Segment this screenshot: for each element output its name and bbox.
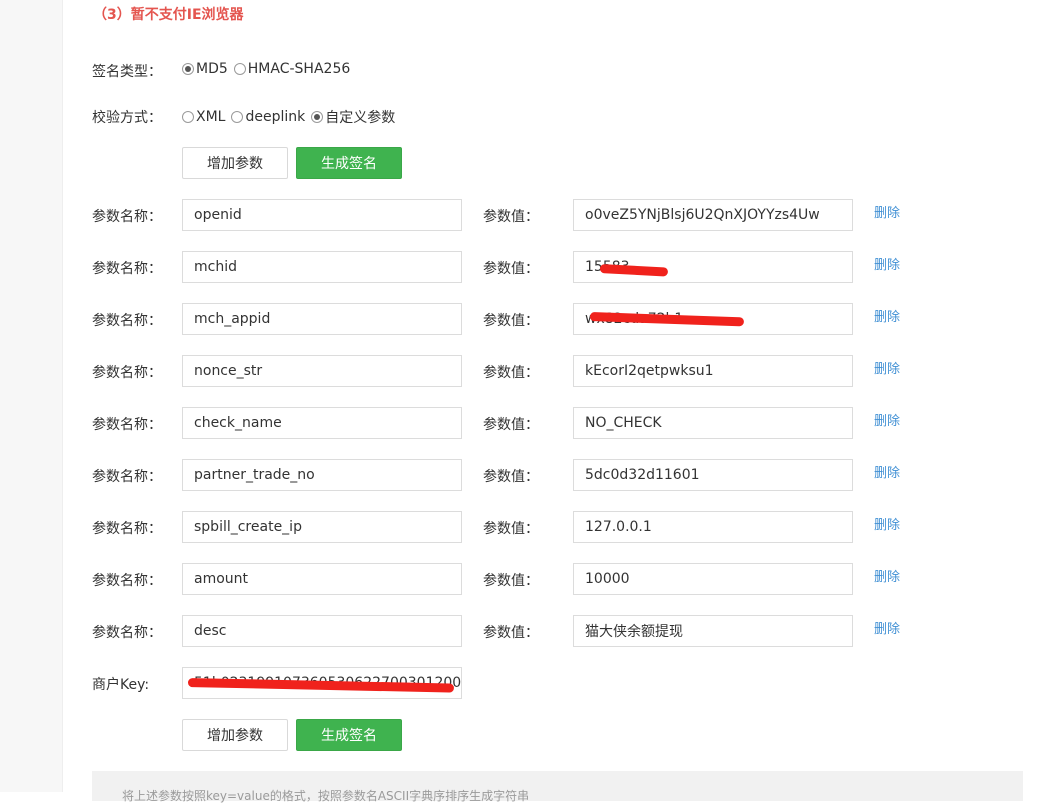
param-name-label: 参数名称： bbox=[92, 469, 162, 485]
param-value-label: 参数值： bbox=[483, 313, 539, 329]
sign-type-label: 签名类型： bbox=[92, 64, 162, 80]
radio-dot-icon[interactable] bbox=[182, 63, 194, 75]
delete-param-link[interactable]: 删除 bbox=[874, 566, 900, 585]
radio-dot-icon[interactable] bbox=[311, 111, 324, 123]
generate-sign-button-top[interactable]: 生成签名 bbox=[296, 147, 402, 179]
param-value-input[interactable]: 10000 bbox=[573, 563, 853, 595]
param-value-label: 参数值： bbox=[483, 417, 539, 433]
param-name-label: 参数名称： bbox=[92, 521, 162, 537]
param-value-label: 参数值： bbox=[483, 469, 539, 485]
param-value-label: 参数值： bbox=[483, 521, 539, 537]
sign-type-radio-group: MD5 HMAC-SHA256 bbox=[182, 61, 356, 77]
browser-notice: （3）暂不支付IE浏览器 bbox=[93, 7, 244, 23]
param-name-label: 参数名称： bbox=[92, 209, 162, 225]
info-panel: 将上述参数按照key=value的格式，按照参数名ASCII字典序排序生成字符串 bbox=[92, 771, 1023, 803]
param-value-input[interactable]: o0veZ5YNjBlsj6U2QnXJOYYzs4Uw bbox=[573, 199, 853, 231]
radio-dot-icon[interactable] bbox=[233, 63, 246, 75]
add-param-button-top[interactable]: 增加参数 bbox=[182, 147, 288, 179]
generate-sign-button-bottom[interactable]: 生成签名 bbox=[296, 719, 402, 751]
radio-dot-icon[interactable] bbox=[182, 111, 194, 123]
verify-method-label: 校验方式： bbox=[92, 110, 162, 126]
delete-param-link[interactable]: 删除 bbox=[874, 514, 900, 533]
delete-param-link[interactable]: 删除 bbox=[874, 618, 900, 637]
param-name-input[interactable]: amount bbox=[182, 563, 462, 595]
radio-label: deeplink bbox=[245, 109, 306, 125]
verify-method-deeplink-radio[interactable]: deeplink bbox=[231, 109, 305, 125]
delete-param-link[interactable]: 删除 bbox=[874, 410, 900, 429]
delete-param-link[interactable]: 删除 bbox=[874, 202, 900, 221]
param-name-input[interactable]: spbill_create_ip bbox=[182, 511, 462, 543]
sign-type-md5-radio[interactable]: MD5 bbox=[182, 61, 228, 77]
param-value-label: 参数值： bbox=[483, 573, 539, 589]
param-name-input[interactable]: mchid bbox=[182, 251, 462, 283]
param-value-label: 参数值： bbox=[483, 365, 539, 381]
param-value-input[interactable]: 5dc0d32d11601 bbox=[573, 459, 853, 491]
param-name-label: 参数名称： bbox=[92, 261, 162, 277]
radio-dot-icon[interactable] bbox=[231, 111, 244, 123]
param-value-input[interactable]: 猫大侠余额提现 bbox=[573, 615, 853, 647]
delete-param-link[interactable]: 删除 bbox=[874, 462, 900, 481]
param-value-input[interactable]: 127.0.0.1 bbox=[573, 511, 853, 543]
radio-label: XML bbox=[196, 109, 226, 125]
verify-method-xml-radio[interactable]: XML bbox=[182, 109, 225, 125]
param-value-input[interactable]: NO_CHECK bbox=[573, 407, 853, 439]
left-gutter bbox=[0, 0, 63, 792]
param-name-input[interactable]: nonce_str bbox=[182, 355, 462, 387]
radio-label: 自定义参数 bbox=[325, 110, 396, 126]
param-name-input[interactable]: mch_appid bbox=[182, 303, 462, 335]
radio-label: HMAC-SHA256 bbox=[247, 61, 351, 77]
param-value-label: 参数值： bbox=[483, 625, 539, 641]
param-name-input[interactable]: desc bbox=[182, 615, 462, 647]
delete-param-link[interactable]: 删除 bbox=[874, 306, 900, 325]
radio-label: MD5 bbox=[196, 61, 228, 77]
merchant-key-label: 商户Key: bbox=[92, 677, 150, 693]
delete-param-link[interactable]: 删除 bbox=[874, 358, 900, 377]
param-name-label: 参数名称： bbox=[92, 365, 162, 381]
param-name-input[interactable]: partner_trade_no bbox=[182, 459, 462, 491]
param-name-label: 参数名称： bbox=[92, 313, 162, 329]
param-name-label: 参数名称： bbox=[92, 417, 162, 433]
sign-type-hmac-radio[interactable]: HMAC-SHA256 bbox=[233, 61, 351, 77]
info-panel-text: 将上述参数按照key=value的格式，按照参数名ASCII字典序排序生成字符串 bbox=[122, 789, 530, 803]
param-value-input[interactable]: kEcorI2qetpwksu1 bbox=[573, 355, 853, 387]
param-name-label: 参数名称： bbox=[92, 625, 162, 641]
verify-method-radio-group: XML deeplink 自定义参数 bbox=[182, 107, 401, 127]
verify-method-custom-radio[interactable]: 自定义参数 bbox=[311, 107, 395, 127]
param-name-input[interactable]: check_name bbox=[182, 407, 462, 439]
param-name-label: 参数名称： bbox=[92, 573, 162, 589]
delete-param-link[interactable]: 删除 bbox=[874, 254, 900, 273]
add-param-button-bottom[interactable]: 增加参数 bbox=[182, 719, 288, 751]
param-name-input[interactable]: openid bbox=[182, 199, 462, 231]
param-value-label: 参数值： bbox=[483, 209, 539, 225]
param-value-label: 参数值： bbox=[483, 261, 539, 277]
